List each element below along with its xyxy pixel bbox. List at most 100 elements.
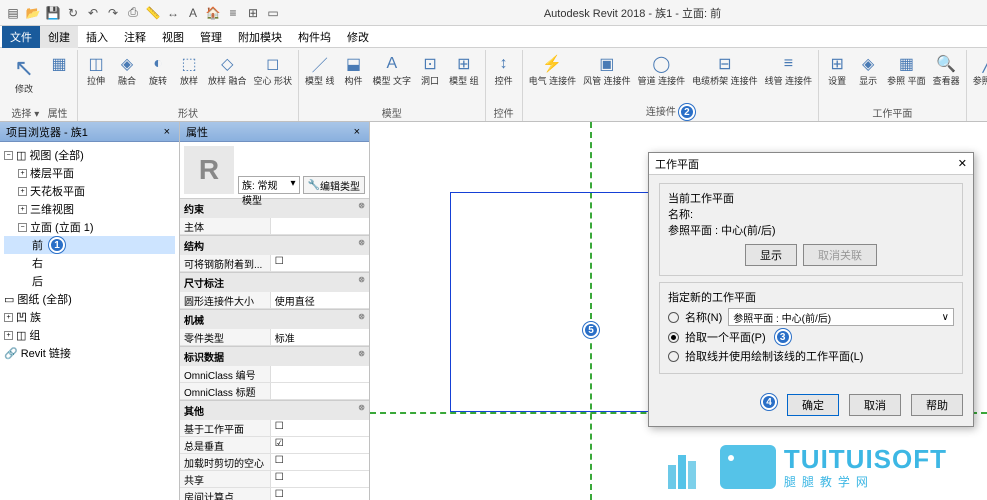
revolve-button[interactable]: ◐旋转 [143,50,173,89]
props-button[interactable]: ▦ [44,50,74,78]
close-windows-icon[interactable]: ⊞ [244,4,262,22]
sync-icon[interactable]: ↻ [64,4,82,22]
group-other[interactable]: 其他⊗ [180,400,369,420]
group-constraints[interactable]: 约束⊗ [180,198,369,218]
open-icon[interactable]: 📂 [24,4,42,22]
measure-icon[interactable]: 📏 [144,4,162,22]
node-fam[interactable]: +凹 族 [4,308,175,326]
prop-parttype[interactable]: 零件类型标准 [180,329,369,346]
cabletray-connector-button[interactable]: ⊟电缆桥架 连接件 [689,50,761,89]
title-bar: ▤ 📂 💾 ↻ ↶ ↷ ⎙ 📏 ↔ A 🏠 ≡ ⊞ ▭ Autodesk Rev… [0,0,987,26]
node-floor[interactable]: +楼层平面 [4,164,175,182]
ok-button[interactable]: 确定 [787,394,839,416]
dialog-close-icon[interactable]: ✕ [958,157,967,170]
quick-access-toolbar: ▤ 📂 💾 ↻ ↶ ↷ ⎙ 📏 ↔ A 🏠 ≡ ⊞ ▭ [4,4,282,22]
radio-name[interactable] [668,312,679,323]
properties-panel: 属性× R 族: 常规模型 🔧 编辑类型 约束⊗ 主体 结构⊗ 可将钢筋附着到.… [180,122,370,500]
viewer-button[interactable]: 🔍查看器 [930,50,963,89]
dimension-icon[interactable]: ↔ [164,4,182,22]
prop-wpbased[interactable]: 基于工作平面☐ [180,420,369,437]
menu-modify[interactable]: 修改 [339,26,377,48]
props-close-icon[interactable]: × [351,126,363,138]
group-dim[interactable]: 尺寸标注⊗ [180,272,369,292]
modeltext-button[interactable]: A模型 文字 [370,50,415,89]
name-select[interactable]: 参照平面 : 中心(前/后) [728,308,954,326]
properties-list: 约束⊗ 主体 结构⊗ 可将钢筋附着到...☐ 尺寸标注⊗ 圆形连接件大小使用直径… [180,198,369,500]
app-menu-icon[interactable]: ▤ [4,4,22,22]
option-pick-row[interactable]: 拾取一个平面(P) 3 [668,329,954,345]
switch-windows-icon[interactable]: ▭ [264,4,282,22]
prop-roomcalc[interactable]: 房间计算点☐ [180,488,369,500]
node-ceiling[interactable]: +天花板平面 [4,182,175,200]
extrude-button[interactable]: ◫拉伸 [81,50,111,89]
cancel-button[interactable]: 取消 [849,394,901,416]
node-right[interactable]: 右 [4,254,175,272]
family-type-select[interactable]: 族: 常规模型 [238,176,300,194]
print-icon[interactable]: ⎙ [124,4,142,22]
specify-workplane-group: 指定新的工作平面 名称(N) 参照平面 : 中心(前/后) 拾取一个平面(P) … [659,282,963,374]
radio-pickline[interactable] [668,351,679,362]
dialog-titlebar[interactable]: 工作平面✕ [649,153,973,175]
undo-icon[interactable]: ↶ [84,4,102,22]
component-button[interactable]: ⬓构件 [339,50,369,89]
opening-button[interactable]: ⊡洞口 [415,50,445,89]
menu-file[interactable]: 文件 [2,26,40,48]
menu-insert[interactable]: 插入 [78,26,116,48]
modelgroup-button[interactable]: ⊞模型 组 [446,50,482,89]
conduit-connector-button[interactable]: ≡线管 连接件 [762,50,816,89]
prop-omninum[interactable]: OmniClass 编号 [180,366,369,383]
save-icon[interactable]: 💾 [44,4,62,22]
menu-components[interactable]: 构件坞 [290,26,339,48]
prop-round[interactable]: 圆形连接件大小使用直径 [180,292,369,309]
type-image: R [184,146,234,194]
sweptblend-button[interactable]: ◇放样 融合 [205,50,250,89]
text-icon[interactable]: A [184,4,202,22]
refplane-button[interactable]: ▦参照 平面 [884,50,929,89]
edit-type-button[interactable]: 🔧 编辑类型 [303,176,365,194]
blend-button[interactable]: ◈融合 [112,50,142,89]
browser-close-icon[interactable]: × [161,126,173,138]
node-back[interactable]: 后 [4,272,175,290]
node-front[interactable]: 前1 [4,236,175,254]
node-3d[interactable]: +三维视图 [4,200,175,218]
option-name-row[interactable]: 名称(N) 参照平面 : 中心(前/后) [668,308,954,326]
sweep-button[interactable]: ⬚放样 [174,50,204,89]
node-links[interactable]: 🔗 Revit 链接 [4,344,175,362]
node-sheets[interactable]: ▭ 图纸 (全部) [4,290,175,308]
show-workplane-button[interactable]: ◈显示 [853,50,883,89]
menu-create[interactable]: 创建 [40,26,78,48]
show-button[interactable]: 显示 [745,244,797,266]
modelline-button[interactable]: ／模型 线 [302,50,338,89]
menu-addins[interactable]: 附加模块 [230,26,290,48]
radio-pick[interactable] [668,332,679,343]
menu-annotate[interactable]: 注释 [116,26,154,48]
menu-manage[interactable]: 管理 [192,26,230,48]
menu-view[interactable]: 视图 [154,26,192,48]
thin-lines-icon[interactable]: ≡ [224,4,242,22]
default-view-icon[interactable]: 🏠 [204,4,222,22]
node-views[interactable]: −◫ 视图 (全部) [4,146,175,164]
set-workplane-button[interactable]: ⊞设置 [822,50,852,89]
control-button[interactable]: ↕控件 [489,50,519,89]
refline-button[interactable]: ╱参照 线 [970,50,987,89]
redo-icon[interactable]: ↷ [104,4,122,22]
prop-cutvoid[interactable]: 加载时剪切的空心☐ [180,454,369,471]
void-button[interactable]: ◻空心 形状 [251,50,296,89]
modify-button[interactable]: ↖修改 [5,50,43,97]
node-groups[interactable]: +◫ 组 [4,326,175,344]
help-button[interactable]: 帮助 [911,394,963,416]
prop-vert[interactable]: 总是垂直☑ [180,437,369,454]
prop-rebar[interactable]: 可将钢筋附着到...☐ [180,255,369,272]
prop-omnititle[interactable]: OmniClass 标题 [180,383,369,400]
group-structure[interactable]: 结构⊗ [180,235,369,255]
group-mech[interactable]: 机械⊗ [180,309,369,329]
prop-host[interactable]: 主体 [180,218,369,235]
option-pickline-row[interactable]: 拾取线并使用绘制该线的工作平面(L) [668,348,954,364]
pipe-connector-button[interactable]: ◯管道 连接件 [635,50,689,89]
panel-control: ↕控件 控件 [486,50,523,121]
group-iddata[interactable]: 标识数据⊗ [180,346,369,366]
elec-connector-button[interactable]: ⚡电气 连接件 [526,50,580,89]
duct-connector-button[interactable]: ▣风管 连接件 [580,50,634,89]
node-elev[interactable]: −立面 (立面 1) [4,218,175,236]
prop-shared[interactable]: 共享☐ [180,471,369,488]
